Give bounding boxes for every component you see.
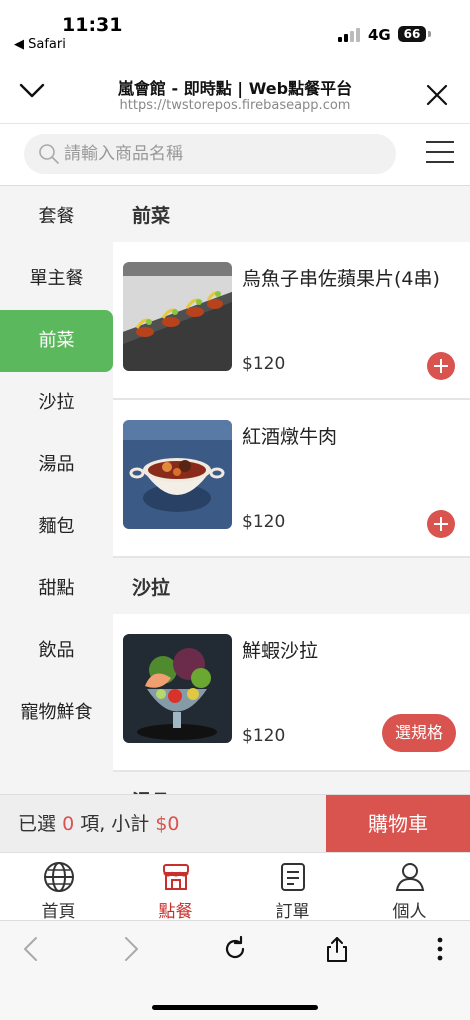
section-title: 湯品 [113,772,470,794]
choose-options-button[interactable]: 選規格 [382,714,456,752]
person-icon [395,863,425,891]
cart-items-suffix: 項, 小計 [80,813,150,835]
receipt-icon [281,863,305,891]
browser-header: 嵐會館 - 即時點 | Web點餐平台 https://twstorepos.f… [0,58,470,124]
hamburger-menu-icon[interactable] [426,139,454,165]
item-name: 紅酒燉牛肉 [242,426,338,448]
tab-order[interactable]: 點餐 [117,853,234,922]
sidebar-item-main-course[interactable]: 單主餐 [0,248,113,310]
cart-button[interactable]: 購物車 [326,795,470,853]
sidebar-item-drinks[interactable]: 飲品 [0,620,113,682]
beef-stew-image [123,420,232,529]
tab-orders[interactable]: 訂單 [234,853,351,922]
tab-label: 首頁 [41,902,76,922]
item-price: $120 [242,354,286,374]
close-icon[interactable] [424,82,450,108]
cart-subtotal: $0 [155,813,180,835]
cart-item-count: 0 [62,813,75,835]
home-indicator [152,1005,318,1010]
item-price: $120 [242,512,286,532]
section-title: 沙拉 [113,558,470,614]
tab-label: 訂單 [275,902,310,922]
sidebar-item-appetizer[interactable]: 前菜 [0,310,113,372]
page-title: 嵐會館 - 即時點 | Web點餐平台 [117,79,353,98]
reload-icon[interactable] [221,935,249,963]
item-name: 鮮蝦沙拉 [242,640,319,662]
sidebar-item-pet-food[interactable]: 寵物鮮食 [0,682,113,744]
search-bar [0,124,470,186]
item-name: 烏魚子串佐蘋果片(4串) [242,268,440,290]
sidebar-item-bread[interactable]: 麵包 [0,496,113,558]
browser-toolbar [0,920,470,1020]
menu-item[interactable]: 鮮蝦沙拉 $120 選規格 [113,614,470,772]
store-icon [163,864,189,890]
page-url: https://twstorepos.firebaseapp.com [119,98,351,113]
cart-summary: 已選 0 項, 小計 $0 [18,795,180,853]
status-time: 11:31 [62,14,123,36]
status-bar: 11:31 ◀ Safari 4G 66 [0,0,470,58]
chevron-down-icon[interactable] [18,76,46,104]
tab-profile[interactable]: 個人 [351,853,468,922]
network-type: 4G [368,26,391,44]
section-title: 前菜 [113,186,470,242]
tab-home[interactable]: 首頁 [0,853,117,922]
add-to-cart-button[interactable] [427,352,455,380]
sidebar-item-soup[interactable]: 湯品 [0,434,113,496]
more-options-icon[interactable] [426,935,454,963]
tab-label: 點餐 [158,902,193,922]
search-box [24,134,396,174]
bottom-tab-bar: 首頁 點餐 訂單 個人 [0,852,470,922]
globe-icon [44,862,74,892]
back-to-safari-link[interactable]: ◀ Safari [14,37,66,52]
category-sidebar: 套餐 單主餐 前菜 沙拉 湯品 麵包 甜點 飲品 寵物鮮食 [0,186,113,794]
battery-icon: 66 [398,26,426,42]
add-to-cart-button[interactable] [427,510,455,538]
forward-arrow-icon[interactable] [116,935,144,963]
back-arrow-icon[interactable] [18,935,46,963]
search-icon [39,144,59,164]
menu-content: 前菜 烏魚子串佐蘋果片(4串) $120 紅酒燉牛肉 $120 沙拉 鮮蝦沙拉 … [113,186,470,794]
menu-item[interactable]: 紅酒燉牛肉 $120 [113,400,470,558]
share-icon[interactable] [323,935,351,963]
sidebar-item-salad[interactable]: 沙拉 [0,372,113,434]
menu-item[interactable]: 烏魚子串佐蘋果片(4串) $120 [113,242,470,400]
battery-tip [428,31,431,37]
signal-icon [338,28,360,42]
search-input[interactable] [64,134,384,174]
sidebar-item-set-meal[interactable]: 套餐 [0,186,113,248]
cart-selected-prefix: 已選 [18,813,57,835]
shrimp-salad-image [123,634,232,743]
sidebar-item-dessert[interactable]: 甜點 [0,558,113,620]
mullet-roe-skewers-image [123,262,232,371]
cart-bar: 已選 0 項, 小計 $0 購物車 [0,794,470,853]
tab-label: 個人 [392,902,427,922]
item-price: $120 [242,726,286,746]
